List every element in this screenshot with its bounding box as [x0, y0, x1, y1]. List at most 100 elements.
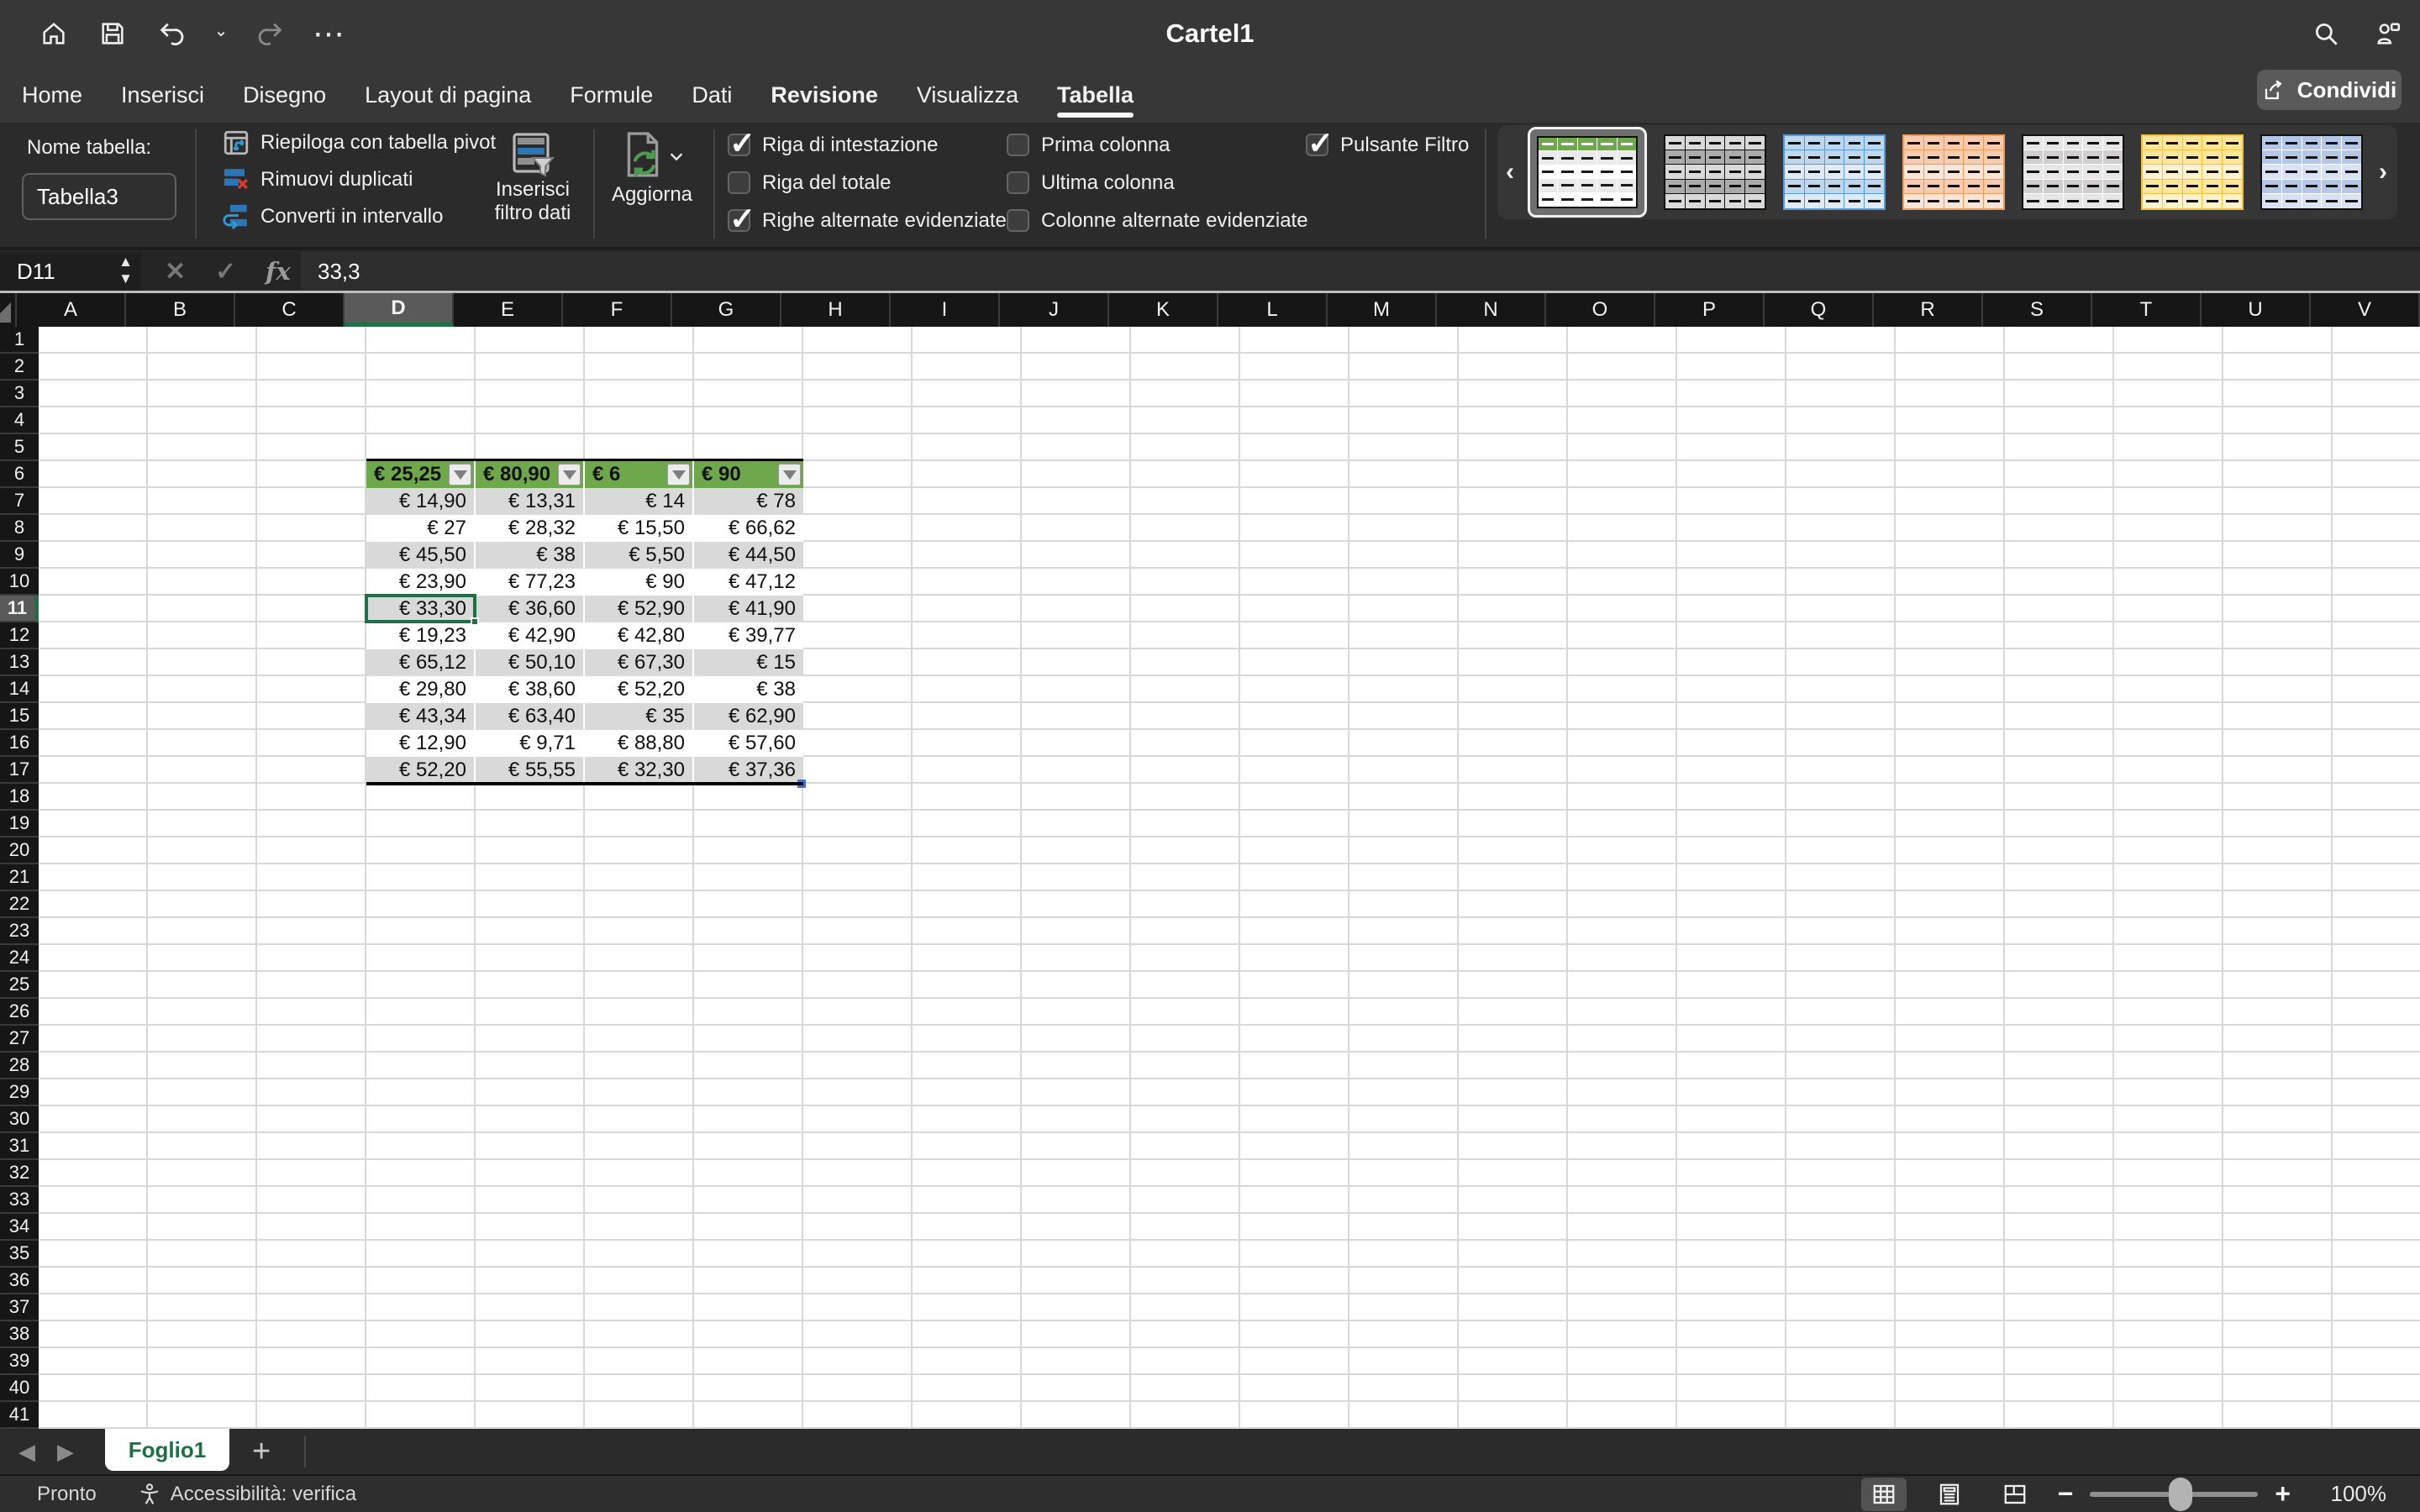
table-cell[interactable]: € 28,32: [476, 515, 585, 542]
table-cell[interactable]: € 5,50: [585, 542, 694, 569]
row-header-41[interactable]: 41: [0, 1402, 39, 1429]
row-header-30[interactable]: 30: [0, 1106, 39, 1133]
column-header-J[interactable]: J: [1000, 293, 1109, 327]
column-header-Q[interactable]: Q: [1765, 293, 1874, 327]
column-header-C[interactable]: C: [235, 293, 345, 327]
table-cell[interactable]: € 77,23: [476, 569, 585, 596]
tab-tabella[interactable]: Tabella: [1057, 67, 1134, 123]
tab-home[interactable]: Home: [22, 67, 82, 123]
row-header-15[interactable]: 15: [0, 703, 39, 730]
row-header-14[interactable]: 14: [0, 676, 39, 703]
name-box-spinner-icon[interactable]: ▲▼: [118, 254, 133, 287]
table-cell[interactable]: € 42,90: [476, 622, 585, 649]
row-header-10[interactable]: 10: [0, 569, 39, 596]
filter-dropdown-button[interactable]: [558, 464, 581, 486]
table-cell[interactable]: € 47,12: [694, 569, 803, 596]
view-page-break-button[interactable]: [1992, 1478, 2038, 1511]
checkbox-riga-del-totale[interactable]: Riga del totale: [728, 164, 1007, 202]
tab-inserisci[interactable]: Inserisci: [121, 67, 204, 123]
table-cell[interactable]: € 29,80: [366, 676, 476, 703]
table-cell[interactable]: € 32,30: [585, 757, 694, 784]
row-header-13[interactable]: 13: [0, 649, 39, 676]
filter-dropdown-button[interactable]: [778, 464, 801, 486]
table-cell[interactable]: € 38,60: [476, 676, 585, 703]
gallery-scroll-left-icon[interactable]: ‹: [1506, 125, 1514, 219]
row-header-25[interactable]: 25: [0, 972, 39, 999]
table-cell[interactable]: € 57,60: [694, 730, 803, 757]
table-cell[interactable]: € 63,40: [476, 703, 585, 730]
column-header-V[interactable]: V: [2311, 293, 2420, 327]
column-header-N[interactable]: N: [1437, 293, 1546, 327]
table-cell[interactable]: € 55,55: [476, 757, 585, 784]
search-icon[interactable]: [2309, 17, 2343, 50]
confirm-entry-icon[interactable]: ✓: [215, 252, 236, 291]
table-header-cell[interactable]: € 80,90: [476, 461, 585, 488]
table-cell[interactable]: € 66,62: [694, 515, 803, 542]
table-style-stile-arancione[interactable]: [1902, 134, 2005, 210]
tab-formule[interactable]: Formule: [570, 67, 653, 123]
gallery-scroll-right-icon[interactable]: ›: [2379, 125, 2387, 219]
cancel-entry-icon[interactable]: ✕: [165, 252, 186, 291]
insert-slicer-button[interactable]: Inserisci filtro dati: [479, 131, 587, 225]
row-header-2[interactable]: 2: [0, 354, 39, 381]
table-style-stile-grigio-chiaro[interactable]: [2022, 134, 2124, 210]
row-header-21[interactable]: 21: [0, 864, 39, 891]
tab-revisione[interactable]: Revisione: [771, 67, 878, 123]
sheet-tab-foglio1[interactable]: Foglio1: [105, 1429, 229, 1471]
table-cell[interactable]: € 88,80: [585, 730, 694, 757]
table-cell[interactable]: € 13,31: [476, 488, 585, 515]
row-header-28[interactable]: 28: [0, 1053, 39, 1079]
row-header-33[interactable]: 33: [0, 1187, 39, 1214]
row-header-8[interactable]: 8: [0, 515, 39, 542]
menu-item-remove-duplicates[interactable]: Rimuovi duplicati: [222, 165, 413, 195]
table-cell[interactable]: € 15,50: [585, 515, 694, 542]
table-cell[interactable]: € 12,90: [366, 730, 476, 757]
table-cell[interactable]: € 23,90: [366, 569, 476, 596]
checkbox-pulsante-filtro[interactable]: ✓Pulsante Filtro: [1306, 126, 1469, 164]
table-cell[interactable]: € 39,77: [694, 622, 803, 649]
row-header-40[interactable]: 40: [0, 1375, 39, 1402]
row-header-39[interactable]: 39: [0, 1348, 39, 1375]
checkbox-colonne-alternate-evidenziate[interactable]: Colonne alternate evidenziate: [1007, 202, 1308, 239]
table-cell[interactable]: € 42,80: [585, 622, 694, 649]
row-header-38[interactable]: 38: [0, 1321, 39, 1348]
row-header-7[interactable]: 7: [0, 488, 39, 515]
column-header-O[interactable]: O: [1546, 293, 1655, 327]
row-header-12[interactable]: 12: [0, 622, 39, 649]
table-style-stile-verde[interactable]: [1537, 136, 1638, 208]
column-header-I[interactable]: I: [891, 293, 1000, 327]
fill-handle[interactable]: [471, 617, 479, 626]
zoom-out-button[interactable]: −: [2058, 1478, 2074, 1509]
name-box[interactable]: D11 ▲▼: [0, 252, 141, 291]
row-header-17[interactable]: 17: [0, 757, 39, 784]
checkbox-ultima-colonna[interactable]: Ultima colonna: [1007, 164, 1308, 202]
row-header-5[interactable]: 5: [0, 434, 39, 461]
column-header-A[interactable]: A: [17, 293, 126, 327]
row-header-4[interactable]: 4: [0, 407, 39, 434]
row-header-37[interactable]: 37: [0, 1294, 39, 1321]
zoom-slider[interactable]: [2090, 1492, 2258, 1497]
column-header-E[interactable]: E: [454, 293, 563, 327]
insert-function-icon[interactable]: fx: [266, 252, 291, 291]
row-header-9[interactable]: 9: [0, 542, 39, 569]
row-header-29[interactable]: 29: [0, 1079, 39, 1106]
table-header-cell[interactable]: € 6: [585, 461, 694, 488]
table-resize-handle[interactable]: [797, 780, 806, 788]
table-cell[interactable]: € 38: [476, 542, 585, 569]
checkbox-riga-di-intestazione[interactable]: ✓Riga di intestazione: [728, 126, 1007, 164]
table-style-stile-grigio-scuro[interactable]: [1664, 134, 1766, 210]
menu-item-convert-range[interactable]: Converti in intervallo: [222, 202, 443, 232]
add-sheet-button[interactable]: +: [252, 1429, 271, 1474]
table-cell[interactable]: € 41,90: [694, 596, 803, 622]
filter-dropdown-button[interactable]: [449, 464, 471, 486]
row-header-36[interactable]: 36: [0, 1268, 39, 1294]
row-header-16[interactable]: 16: [0, 730, 39, 757]
table-cell[interactable]: € 78: [694, 488, 803, 515]
share-button[interactable]: Condividi: [2257, 70, 2402, 110]
zoom-in-button[interactable]: +: [2275, 1478, 2291, 1509]
row-header-27[interactable]: 27: [0, 1026, 39, 1053]
row-header-18[interactable]: 18: [0, 784, 39, 811]
filter-dropdown-button[interactable]: [667, 464, 690, 486]
table-cell[interactable]: € 52,20: [366, 757, 476, 784]
formula-input[interactable]: 33,3: [301, 252, 2420, 291]
